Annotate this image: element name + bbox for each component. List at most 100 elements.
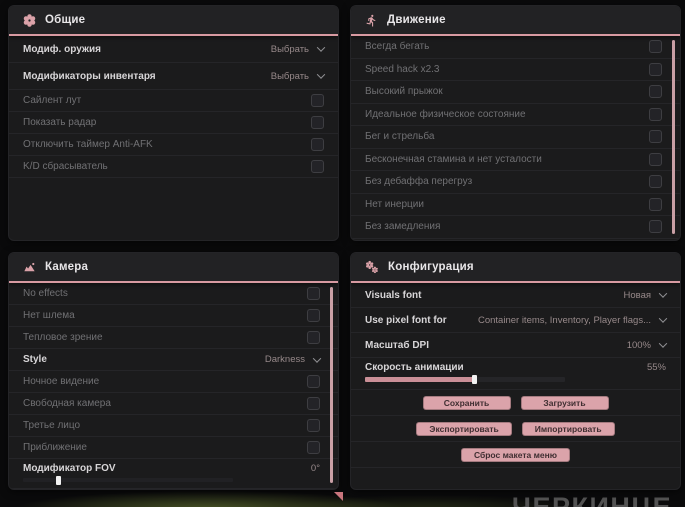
бег-и-стрельба-checkbox[interactable] [649,130,662,144]
третье-лицо-checkbox[interactable] [307,419,320,432]
row-label: Скорость анимации [365,361,464,373]
ночное-видение-checkbox[interactable] [307,375,320,388]
camera-row-свободная-камера[interactable]: Свободная камера [9,393,338,415]
slider-handle[interactable] [472,375,477,384]
row-label: Модификатор FOV [23,462,116,474]
movement-row-всегда-бегать[interactable]: Всегда бегать [351,36,680,59]
camera-row-no-effects[interactable]: No effects [9,283,338,305]
camera-row-третье-лицо[interactable]: Третье лицо [9,415,338,437]
flower-icon [23,13,36,27]
row-label: Style [23,354,47,365]
config-row-скорость-анимации[interactable]: Скорость анимации 55% [351,358,680,390]
без-дебаффа-перегруз-checkbox[interactable] [649,175,662,189]
scrollbar[interactable] [672,40,675,234]
row-label: No effects [23,288,68,299]
row-label: Всегда бегать [365,41,430,53]
config-row-масштаб-dpi[interactable]: Масштаб DPI 100% [351,333,680,358]
scrollbar[interactable] [330,287,333,483]
chevron-down-icon [658,289,668,298]
watermark-text: ЧЕРКИНЦЕ [512,492,673,507]
select-value: Выбрать [270,70,309,82]
movement-row-высокий-прыжок[interactable]: Высокий прыжок [351,81,680,104]
movement-row-бесконечная-стамина-и-нет-усталости[interactable]: Бесконечная стамина и нет усталости [351,149,680,171]
бесконечная-стамина-и-нет-усталости-checkbox[interactable] [649,152,662,166]
идеальное-физическое-состояние-checkbox[interactable] [649,107,662,121]
высокий-прыжок-checkbox[interactable] [649,85,662,99]
movement-row-speed-hack-x2-3[interactable]: Speed hack x2.3 [351,59,680,81]
row-label: Без дебаффа перегруз [365,176,473,188]
panel-camera: Камера No effects Нет шлема Тепловое зрени… [8,252,339,490]
row-label: Показать радар [23,117,97,128]
camera-row-приближение[interactable]: Приближение [9,437,338,459]
movement-row-идеальное-физическое-состояние[interactable]: Идеальное физическое состояние [351,104,680,126]
модификатор-fov-slider[interactable] [23,476,233,485]
camera-row-style[interactable]: Style Darkness [9,349,338,371]
нет-шлема-checkbox[interactable] [307,309,320,322]
row-label: Отключить таймер Anti-AFK [23,139,153,150]
модификаторы-инвентаря-select[interactable]: Выбрать [270,70,326,82]
panel-movement-header[interactable]: Движение [351,6,680,36]
movement-row-бег-и-стрельба[interactable]: Бег и стрельба [351,126,680,149]
panel-title: Движение [387,14,446,26]
config-row-visuals-font[interactable]: Visuals font Новая [351,283,680,308]
general-row-модификаторы-инвентаря[interactable]: Модификаторы инвентаря Выбрать [9,63,338,90]
mod-menu-screen: ЧЕРКИНЦЕ Общие Модиф. оружия Выбрать Модиф… [0,0,685,507]
resize-grip-icon[interactable] [334,492,343,501]
no-effects-checkbox[interactable] [307,287,320,300]
visuals-font-select[interactable]: Новая [623,289,668,301]
приближение-checkbox[interactable] [307,441,320,454]
row-label: Третье лицо [23,420,81,431]
сброс-макета-меню-button[interactable]: Сброс макета меню [460,447,571,462]
slider-handle[interactable] [55,476,61,485]
camera-row-нет-шлема[interactable]: Нет шлема [9,305,338,327]
k-d-сбрасыватель-checkbox[interactable] [311,160,324,173]
без-замедления-checkbox[interactable] [649,220,662,234]
general-row-сайлент-лут[interactable]: Сайлент лут [9,90,338,112]
panel-config-header[interactable]: Конфигурация [351,253,680,283]
свободная-камера-checkbox[interactable] [307,397,320,410]
загрузить-button[interactable]: Загрузить [520,395,609,410]
select-value: Darkness [264,354,305,365]
chevron-down-icon [658,339,668,348]
config-row-use-pixel-font-for[interactable]: Use pixel font for Container items, Inven… [351,308,680,333]
camera-row-тепловое-зрение[interactable]: Тепловое зрение [9,327,338,349]
отключить-таймер-anti-afk-checkbox[interactable] [311,138,324,151]
тепловое-зрение-checkbox[interactable] [307,331,320,344]
camera-row-ночное-видение[interactable]: Ночное видение [9,371,338,393]
нет-инерции-checkbox[interactable] [649,197,662,211]
row-label: Идеальное физическое состояние [365,108,526,120]
показать-радар-checkbox[interactable] [311,116,324,129]
use-pixel-font-for-select[interactable]: Container items, Inventory, Player flags… [478,314,668,326]
general-row-показать-радар[interactable]: Показать радар [9,112,338,134]
movement-row-нет-инерции[interactable]: Нет инерции [351,194,680,216]
импортировать-button[interactable]: Импортировать [521,421,615,436]
модиф-оружия-select[interactable]: Выбрать [271,43,326,55]
сайлент-лут-checkbox[interactable] [311,94,324,107]
масштаб-dpi-select[interactable]: 100% [627,339,668,351]
movement-row-без-дебаффа-перегруз[interactable]: Без дебаффа перегруз [351,171,680,194]
row-label: Ночное видение [23,376,100,387]
сохранить-button[interactable]: Сохранить [422,395,511,410]
chevron-down-icon [316,43,326,52]
всегда-бегать-checkbox[interactable] [649,40,662,54]
movement-row-без-замедления[interactable]: Без замедления [351,216,680,239]
camera-row-модификатор-fov[interactable]: Модификатор FOV 0° [9,459,338,489]
row-label: Тепловое зрение [23,332,103,343]
panel-general: Общие Модиф. оружия Выбрать Модификаторы и… [8,5,339,241]
row-label: K/D сбрасыватель [23,161,108,172]
general-row-k-d-сбрасыватель[interactable]: K/D сбрасыватель [9,156,338,178]
row-label: Use pixel font for [365,314,447,326]
speed-hack-x2-3-checkbox[interactable] [649,62,662,76]
general-row-модиф-оружия[interactable]: Модиф. оружия Выбрать [9,36,338,63]
panel-camera-header[interactable]: Камера [9,253,338,283]
row-label: Speed hack x2.3 [365,63,440,75]
row-label: Бесконечная стамина и нет усталости [365,153,542,165]
panel-movement: Движение Всегда бегать Speed hack x2.3 Выс… [350,5,681,241]
экспортировать-button[interactable]: Экспортировать [416,421,512,436]
row-label: Свободная камера [23,398,111,409]
panel-general-header[interactable]: Общие [9,6,338,36]
style-select[interactable]: Darkness [264,353,322,365]
general-row-отключить-таймер-anti-afk[interactable]: Отключить таймер Anti-AFK [9,134,338,156]
скорость-анимации-slider[interactable] [365,375,565,384]
row-label: Нет инерции [365,198,424,210]
